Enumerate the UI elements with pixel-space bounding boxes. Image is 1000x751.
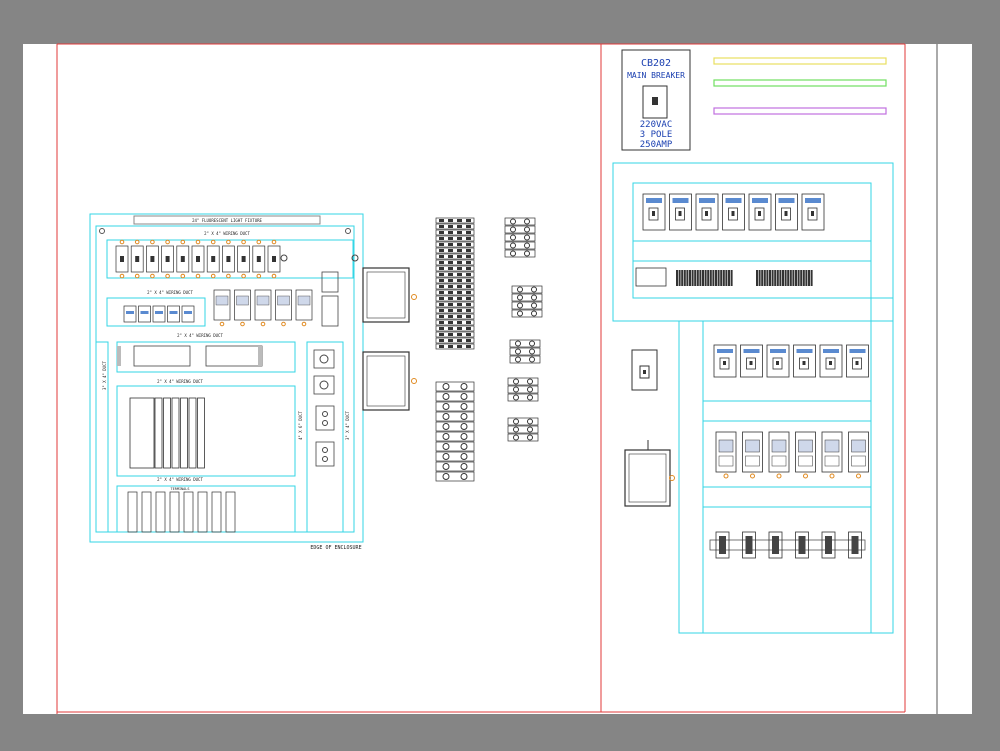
duct-label-bottom: 2" X 4" WIRING DUCT (157, 477, 203, 482)
duct-label-mid: 2" X 4" WIRING DUCT (147, 290, 193, 295)
breaker-title-2: MAIN BREAKER (627, 71, 685, 80)
vertical-duct-left-label: 3" X 4" DUCT (102, 361, 107, 390)
vertical-duct-right-label: 3" X 4" DUCT (345, 411, 350, 440)
breaker-title-1: CB202 (641, 58, 671, 69)
edge-of-enclosure-label: EDGE OF ENCLOSURE (310, 545, 361, 551)
vertical-duct-mid-label: 4" X 6" DUCT (298, 411, 303, 440)
breaker-rating-2: 3 POLE (640, 130, 673, 140)
fixture-label: 24" FLUORESCENT LIGHT FIXTURE (192, 218, 262, 223)
duct-label-top: 2" X 4" WIRING DUCT (204, 231, 250, 236)
breaker-rating-1: 220VAC (640, 120, 673, 130)
duct-label-row4: 2" X 4" WIRING DUCT (157, 379, 203, 384)
terminals-label: TERMINALS (171, 487, 190, 491)
duct-label-row3: 2" X 4" WIRING DUCT (177, 333, 223, 338)
breaker-rating-3: 250AMP (640, 140, 673, 150)
cad-drawing: CB202 MAIN BREAKER 220VAC 3 POLE 250AMP (23, 43, 972, 714)
